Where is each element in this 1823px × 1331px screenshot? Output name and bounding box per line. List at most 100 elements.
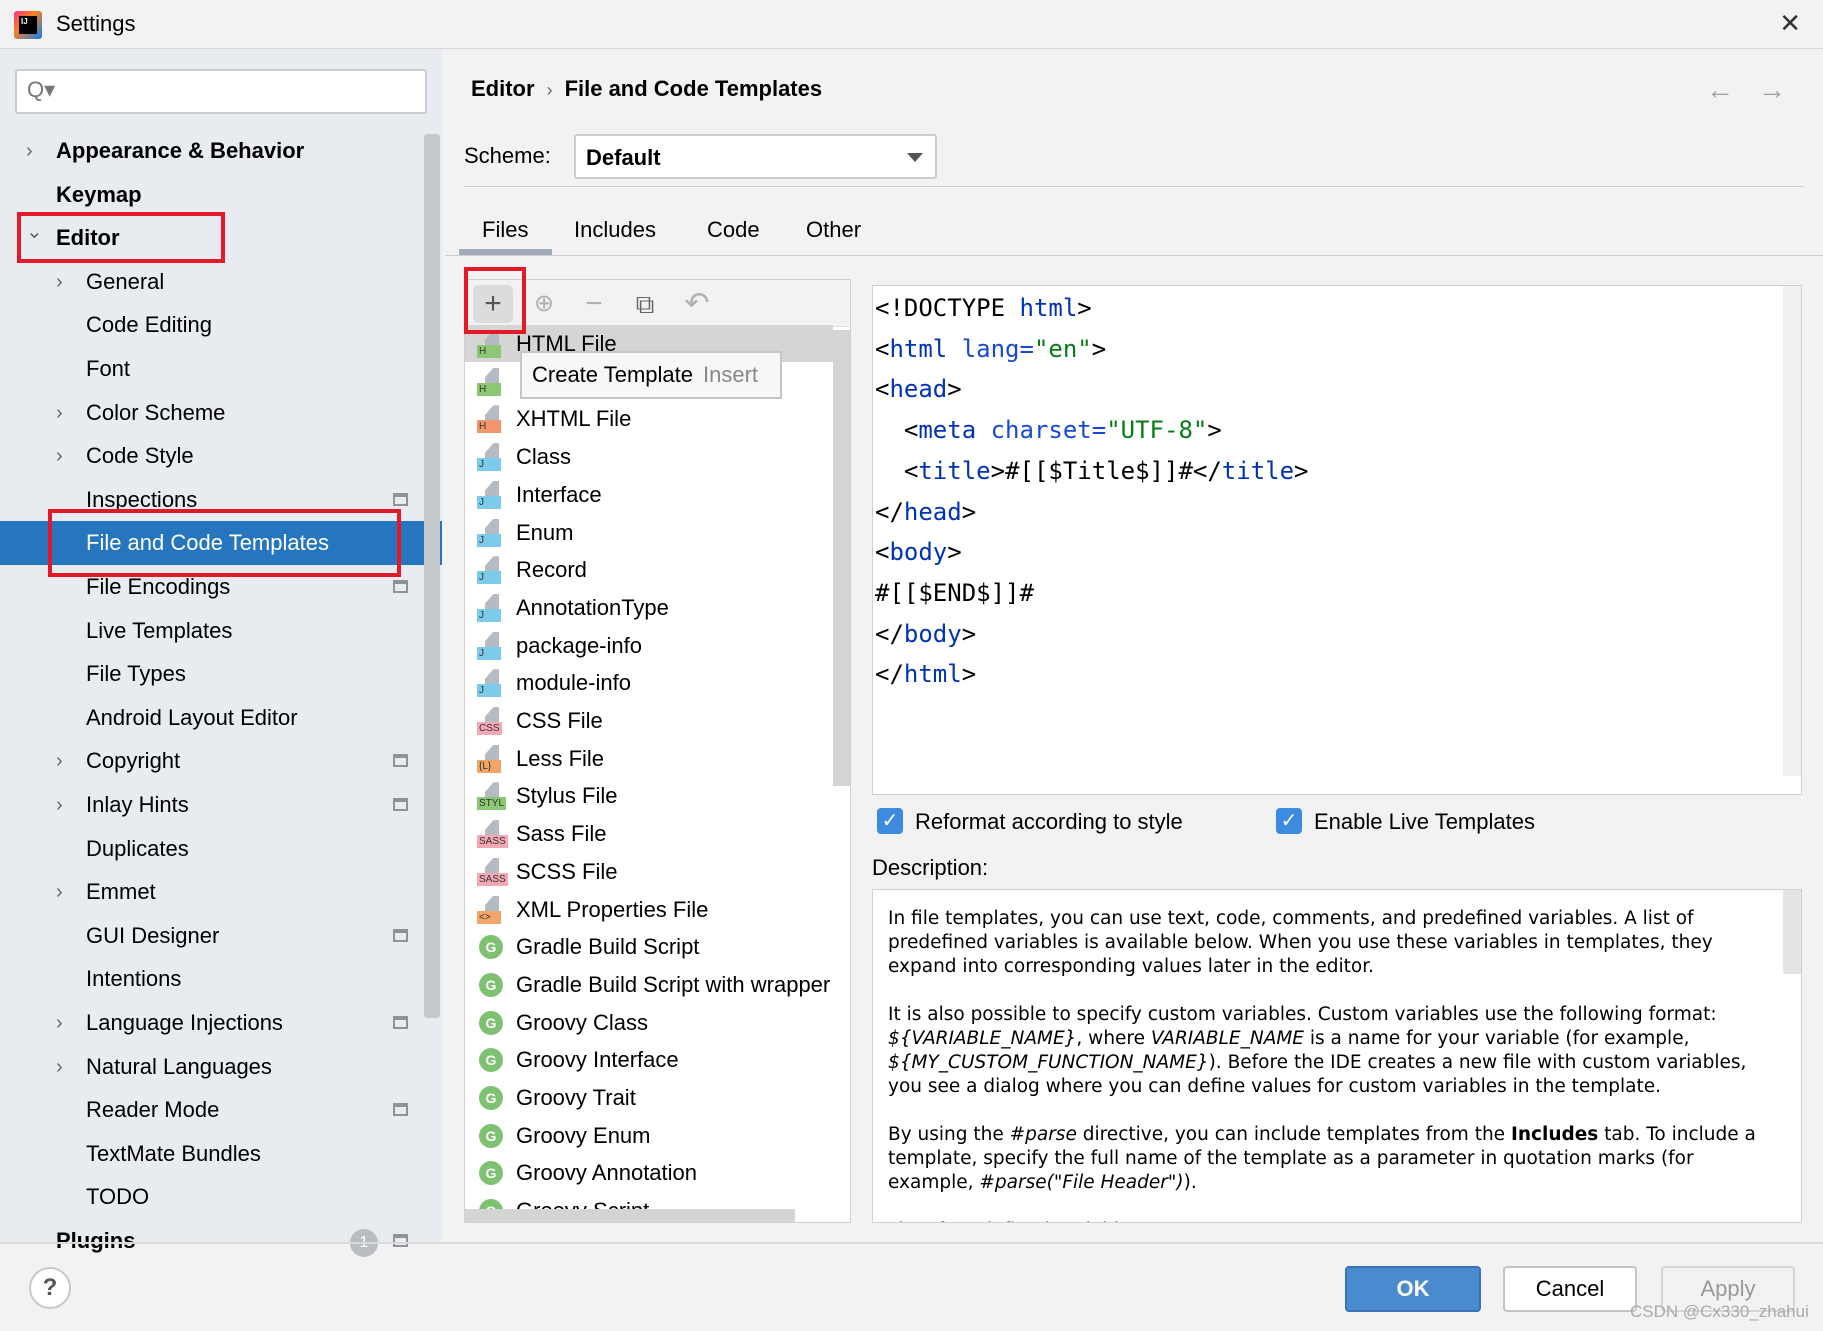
template-code-editor[interactable]: <!DOCTYPE html> <html lang="en"> <head> <m… xyxy=(872,285,1802,795)
template-list-item[interactable]: <> XML Properties File xyxy=(465,891,833,928)
back-arrow-icon[interactable]: ← xyxy=(1706,74,1734,106)
document-icon xyxy=(485,631,499,648)
chevron-right-icon[interactable]: › xyxy=(56,434,63,478)
sidebar-item-android-layout-editor[interactable]: Android Layout Editor xyxy=(0,696,442,740)
template-list-item[interactable]: G Groovy Enum xyxy=(465,1117,833,1154)
create-child-template-icon[interactable]: ⊕ xyxy=(524,285,564,323)
reset-template-button[interactable]: ↶ xyxy=(677,285,717,323)
template-list-item[interactable]: G Groovy Trait xyxy=(465,1079,833,1116)
sidebar-item-label: TODO xyxy=(86,1184,150,1210)
sidebar-item-color-scheme[interactable]: › Color Scheme xyxy=(0,391,442,435)
project-settings-icon xyxy=(393,754,408,768)
close-icon[interactable]: ✕ xyxy=(1779,8,1801,39)
template-list-item[interactable]: G Gradle Build Script xyxy=(465,928,833,965)
sidebar-item-reader-mode[interactable]: Reader Mode xyxy=(0,1088,442,1132)
template-list-item[interactable]: G Groovy Annotation xyxy=(465,1154,833,1191)
template-list-item[interactable]: SASS SCSS File xyxy=(465,853,833,890)
ok-button[interactable]: OK xyxy=(1345,1266,1481,1312)
sidebar-item-language-injections[interactable]: › Language Injections xyxy=(0,1001,442,1045)
sidebar-item-emmet[interactable]: › Emmet xyxy=(0,870,442,914)
template-list-item[interactable]: G Groovy Class xyxy=(465,1004,833,1041)
live-templates-checkbox[interactable]: ✓ xyxy=(1276,808,1302,834)
code-token: head xyxy=(903,497,962,526)
template-list-item[interactable]: {L} Less File xyxy=(465,740,833,777)
sidebar-item-label: Reader Mode xyxy=(86,1097,220,1123)
code-token: body xyxy=(903,619,962,648)
sidebar-item-copyright[interactable]: › Copyright xyxy=(0,739,442,783)
sidebar-item-todo[interactable]: TODO xyxy=(0,1175,442,1219)
description-run: directive, you can include templates fro… xyxy=(1076,1124,1511,1145)
tab-includes[interactable]: Includes xyxy=(574,217,656,243)
list-scrollbar[interactable] xyxy=(833,330,850,786)
sidebar-scrollbar[interactable] xyxy=(424,134,440,1018)
scheme-dropdown[interactable]: Default xyxy=(574,134,937,179)
description-run: ${MY_CUSTOM_FUNCTION_NAME} xyxy=(888,1052,1209,1073)
template-list-item[interactable]: STYL Stylus File xyxy=(465,777,833,814)
tab-files[interactable]: Files xyxy=(482,217,528,243)
code-line: <head> xyxy=(875,375,962,403)
tab-code[interactable]: Code xyxy=(707,217,760,243)
template-list-item[interactable]: J AnnotationType xyxy=(465,589,833,626)
sidebar-item-code-style[interactable]: › Code Style xyxy=(0,434,442,478)
sidebar-item-keymap[interactable]: Keymap xyxy=(0,173,442,217)
help-button[interactable]: ? xyxy=(29,1267,71,1309)
sidebar-item-natural-languages[interactable]: › Natural Languages xyxy=(0,1045,442,1089)
settings-search-input[interactable]: Q▾ xyxy=(15,69,427,114)
template-name: Less File xyxy=(516,745,605,771)
chevron-right-icon[interactable]: › xyxy=(56,260,63,304)
chevron-right-icon[interactable]: › xyxy=(56,783,63,827)
template-list-item[interactable]: J Record xyxy=(465,551,833,588)
sidebar-item-general[interactable]: › General xyxy=(0,260,442,304)
template-list-item[interactable]: G Groovy Interface xyxy=(465,1041,833,1078)
sidebar-item-duplicates[interactable]: Duplicates xyxy=(0,827,442,871)
template-list-item[interactable]: Jpackage-info xyxy=(465,627,833,664)
template-list-panel: + ⊕ − ⧉ ↶ H HTML File H H XHTML File J Class J I… xyxy=(464,279,851,1223)
sidebar-item-inlay-hints[interactable]: › Inlay Hints xyxy=(0,783,442,827)
chevron-right-icon[interactable]: › xyxy=(56,870,63,914)
sidebar-item-plugins[interactable]: Plugins1 xyxy=(0,1219,442,1263)
description-run: is a name for your variable (for example… xyxy=(1304,1028,1690,1049)
chevron-right-icon[interactable]: › xyxy=(26,129,33,173)
template-list-item[interactable]: SASS Sass File xyxy=(465,815,833,852)
file-badge: J xyxy=(477,458,501,472)
chevron-right-icon[interactable]: › xyxy=(56,1001,63,1045)
file-badge: J xyxy=(477,646,501,660)
chevron-right-icon[interactable]: › xyxy=(56,391,63,435)
cancel-button[interactable]: Cancel xyxy=(1503,1266,1637,1312)
description-run: Includes xyxy=(1510,1124,1599,1145)
forward-arrow-icon[interactable]: → xyxy=(1758,74,1786,106)
file-type-icon: G xyxy=(477,1122,505,1150)
template-list-item[interactable]: H XHTML File xyxy=(465,400,833,437)
template-list-item[interactable]: J Enum xyxy=(465,514,833,551)
list-horizontal-scrollbar[interactable] xyxy=(465,1209,795,1222)
template-list-item[interactable]: CSS CSS File xyxy=(465,702,833,739)
sidebar-item-appearance-behavior[interactable]: › Appearance & Behavior xyxy=(0,129,442,173)
chevron-right-icon[interactable]: › xyxy=(56,1045,63,1089)
sidebar-item-code-editing[interactable]: Code Editing xyxy=(0,303,442,347)
reformat-checkbox[interactable]: ✓ xyxy=(877,808,903,834)
sidebar-item-textmate-bundles[interactable]: TextMate Bundles xyxy=(0,1132,442,1176)
copy-template-button[interactable]: ⧉ xyxy=(625,285,665,323)
sidebar-item-intentions[interactable]: Intentions xyxy=(0,957,442,1001)
code-line: <html lang="en"> xyxy=(875,335,1106,363)
chevron-right-icon[interactable]: › xyxy=(56,739,63,783)
sidebar-item-gui-designer[interactable]: GUI Designer xyxy=(0,914,442,958)
editor-scrollbar[interactable] xyxy=(1783,286,1801,776)
template-list-item[interactable]: G Gradle Build Script with wrapper xyxy=(465,966,833,1003)
code-token: < xyxy=(875,416,919,445)
document-icon xyxy=(485,707,499,723)
template-list-item[interactable]: J Class xyxy=(465,438,833,475)
description-scrollbar[interactable] xyxy=(1783,890,1801,974)
template-list-item[interactable]: Jmodule-info xyxy=(465,664,833,701)
template-name: CSS File xyxy=(516,708,603,733)
tab-other[interactable]: Other xyxy=(806,217,861,243)
code-line: #[[$END$]]# xyxy=(875,579,1034,607)
template-list-item[interactable]: J Interface xyxy=(465,476,833,513)
sidebar-item-live-templates[interactable]: Live Templates xyxy=(0,609,442,653)
breadcrumb-editor[interactable]: Editor xyxy=(471,76,535,101)
remove-template-button[interactable]: − xyxy=(574,285,614,323)
template-name: Groovy Enum xyxy=(516,1122,651,1148)
description-run: #parse("File Header") xyxy=(979,1172,1184,1193)
sidebar-item-font[interactable]: Font xyxy=(0,347,442,391)
sidebar-item-file-types[interactable]: File Types xyxy=(0,652,442,696)
